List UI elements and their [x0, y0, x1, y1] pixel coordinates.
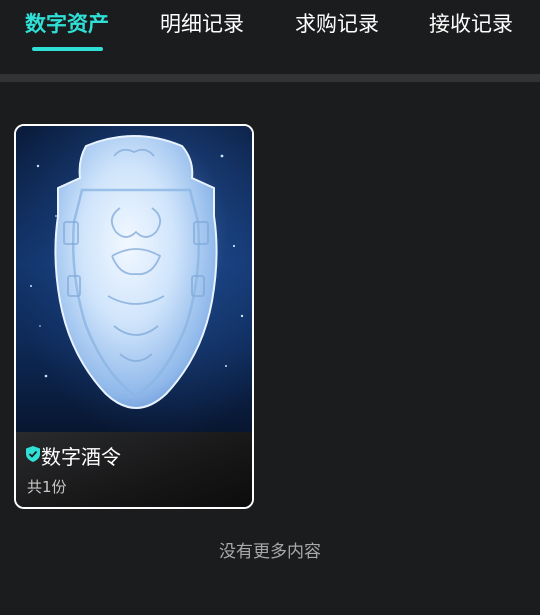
asset-card-footer: 数字酒令 共1份	[16, 432, 252, 507]
active-tab-indicator	[32, 47, 103, 51]
section-divider	[0, 74, 540, 82]
tab-detail-records[interactable]: 明细记录	[160, 8, 244, 40]
asset-count: 共1份	[27, 478, 67, 496]
tab-purchase-records[interactable]: 求购记录	[295, 8, 379, 40]
no-more-content-text: 没有更多内容	[219, 542, 321, 562]
asset-card[interactable]: 数字酒令 共1份	[14, 124, 254, 509]
tab-receive-records[interactable]: 接收记录	[429, 8, 513, 40]
shield-check-icon	[26, 446, 40, 462]
asset-name: 数字酒令	[41, 445, 121, 469]
tab-bar: 数字资产 明细记录 求购记录 接收记录	[0, 0, 540, 74]
tab-digital-assets[interactable]: 数字资产	[25, 8, 109, 40]
jade-token-image	[16, 126, 252, 432]
